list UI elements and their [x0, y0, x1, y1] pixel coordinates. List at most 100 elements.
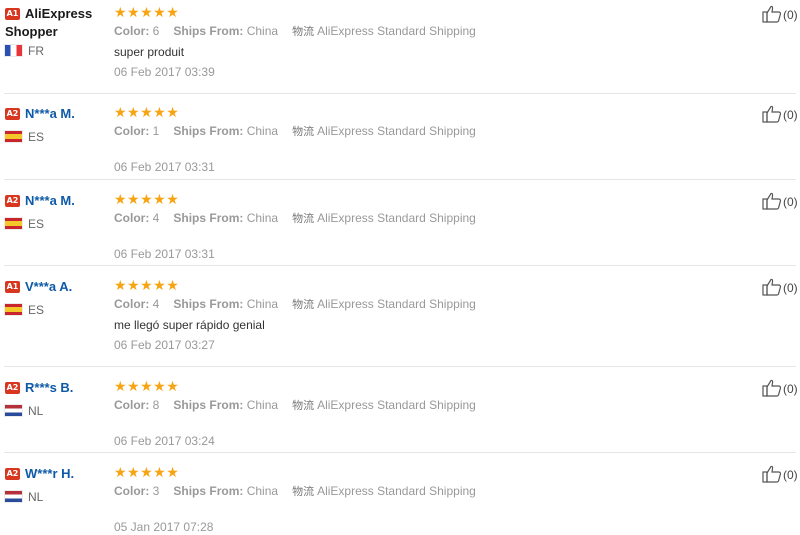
logistics-label: 物流: [292, 25, 315, 38]
ships-from-label: Ships From:: [173, 24, 244, 38]
reviewer-name-link[interactable]: N***a M.: [25, 193, 75, 208]
reviewer-info: A2 R***s B. NL: [5, 379, 110, 418]
helpful-count: (0): [783, 468, 798, 482]
flag-es-icon: [5, 218, 22, 229]
flag-nl-icon: [5, 405, 22, 416]
ships-from-label: Ships From:: [173, 297, 244, 311]
star-rating: ★★★★★: [114, 277, 180, 293]
helpful-button[interactable]: (0): [762, 465, 798, 483]
helpful-button[interactable]: (0): [762, 192, 798, 210]
review-text: [114, 419, 734, 434]
reviewer-country: ES: [5, 303, 110, 317]
helpful-count: (0): [783, 195, 798, 209]
color-label: Color:: [114, 484, 150, 498]
color-label: Color:: [114, 24, 150, 38]
reviewer-info: A2 N***a M. ES: [5, 105, 110, 144]
flag-nl-icon: [5, 491, 22, 502]
logistics-label: 物流: [292, 125, 315, 138]
reviewer-country: ES: [5, 217, 110, 231]
buyer-level-badge: A1: [5, 281, 20, 293]
review-content: ★★★★★ Color: 6 Ships From: China 物流 AliExpr…: [114, 5, 734, 80]
review-text: [114, 232, 734, 247]
divider: [4, 452, 796, 453]
ships-from-value: China: [246, 124, 279, 138]
star-rating: ★★★★★: [114, 104, 180, 120]
logistics-value: AliExpress Standard Shipping: [317, 484, 476, 498]
reviewer-country: NL: [5, 490, 110, 504]
flag-es-icon: [5, 304, 22, 315]
divider: [4, 179, 796, 180]
review-content: ★★★★★ Color: 1 Ships From: China 物流 AliExpr…: [114, 105, 734, 175]
flag-fr-icon: [5, 45, 22, 56]
order-info: Color: 8 Ships From: China 物流 AliExpress St…: [114, 398, 734, 413]
reviewer-name-link[interactable]: N***a M.: [25, 106, 75, 121]
logistics-value: AliExpress Standard Shipping: [317, 124, 476, 138]
logistics-value: AliExpress Standard Shipping: [317, 297, 476, 311]
reviewer-name-link[interactable]: W***r H.: [25, 466, 74, 481]
review-content: ★★★★★ Color: 4 Ships From: China 物流 AliExpr…: [114, 192, 734, 262]
ships-from-value: China: [246, 24, 279, 38]
country-code: FR: [28, 44, 44, 58]
reviewer-info: A2 N***a M. ES: [5, 192, 110, 231]
review-text: [114, 505, 734, 520]
buyer-level-badge: A1: [5, 8, 20, 20]
logistics-label: 物流: [292, 298, 315, 311]
review-text: me llegó super rápido genial: [114, 318, 265, 332]
review-text: super produit: [114, 45, 185, 59]
helpful-count: (0): [783, 281, 798, 295]
ships-from-value: China: [246, 211, 279, 225]
review-date: 06 Feb 2017 03:27: [114, 338, 215, 352]
ships-from-label: Ships From:: [173, 124, 244, 138]
helpful-count: (0): [783, 382, 798, 396]
country-code: ES: [28, 303, 45, 317]
color-value: 4: [152, 211, 160, 225]
order-info: Color: 4 Ships From: China 物流 AliExpress St…: [114, 211, 734, 226]
color-label: Color:: [114, 211, 150, 225]
ships-from-label: Ships From:: [173, 484, 244, 498]
reviewer-country: NL: [5, 404, 110, 418]
review-date: 06 Feb 2017 03:39: [114, 65, 215, 79]
ships-from-value: China: [246, 297, 279, 311]
reviewer-name-link[interactable]: V***a A.: [25, 279, 72, 294]
review-text: [114, 145, 734, 160]
review-date: 05 Jan 2017 07:28: [114, 520, 214, 534]
ships-from-value: China: [246, 398, 279, 412]
thumbs-up-icon: [762, 105, 782, 123]
helpful-button[interactable]: (0): [762, 5, 798, 23]
logistics-label: 物流: [292, 399, 315, 412]
color-label: Color:: [114, 398, 150, 412]
reviewer-name-link[interactable]: R***s B.: [25, 380, 73, 395]
logistics-label: 物流: [292, 485, 315, 498]
helpful-button[interactable]: (0): [762, 278, 798, 296]
logistics-value: AliExpress Standard Shipping: [317, 24, 476, 38]
divider: [4, 265, 796, 266]
reviewer-info: A1 AliExpress Shopper FR: [5, 5, 110, 58]
thumbs-up-icon: [762, 465, 782, 483]
thumbs-up-icon: [762, 5, 782, 23]
reviewer-info: A2 W***r H. NL: [5, 465, 110, 504]
flag-es-icon: [5, 131, 22, 142]
color-label: Color:: [114, 124, 150, 138]
helpful-count: (0): [783, 8, 798, 22]
star-rating: ★★★★★: [114, 191, 180, 207]
country-code: ES: [28, 217, 45, 231]
color-value: 6: [152, 24, 160, 38]
helpful-count: (0): [783, 108, 798, 122]
buyer-level-badge: A2: [5, 108, 20, 120]
ships-from-label: Ships From:: [173, 211, 244, 225]
helpful-button[interactable]: (0): [762, 379, 798, 397]
logistics-label: 物流: [292, 212, 315, 225]
reviewer-info: A1 V***a A. ES: [5, 278, 110, 317]
star-rating: ★★★★★: [114, 378, 180, 394]
review-content: ★★★★★ Color: 8 Ships From: China 物流 AliExpr…: [114, 379, 734, 449]
order-info: Color: 4 Ships From: China 物流 AliExpress St…: [114, 297, 734, 312]
star-rating: ★★★★★: [114, 464, 180, 480]
review-date: 06 Feb 2017 03:31: [114, 247, 215, 261]
thumbs-up-icon: [762, 192, 782, 210]
color-value: 1: [152, 124, 160, 138]
thumbs-up-icon: [762, 278, 782, 296]
reviewer-country: ES: [5, 130, 110, 144]
helpful-button[interactable]: (0): [762, 105, 798, 123]
order-info: Color: 1 Ships From: China 物流 AliExpress St…: [114, 124, 734, 139]
ships-from-value: China: [246, 484, 279, 498]
